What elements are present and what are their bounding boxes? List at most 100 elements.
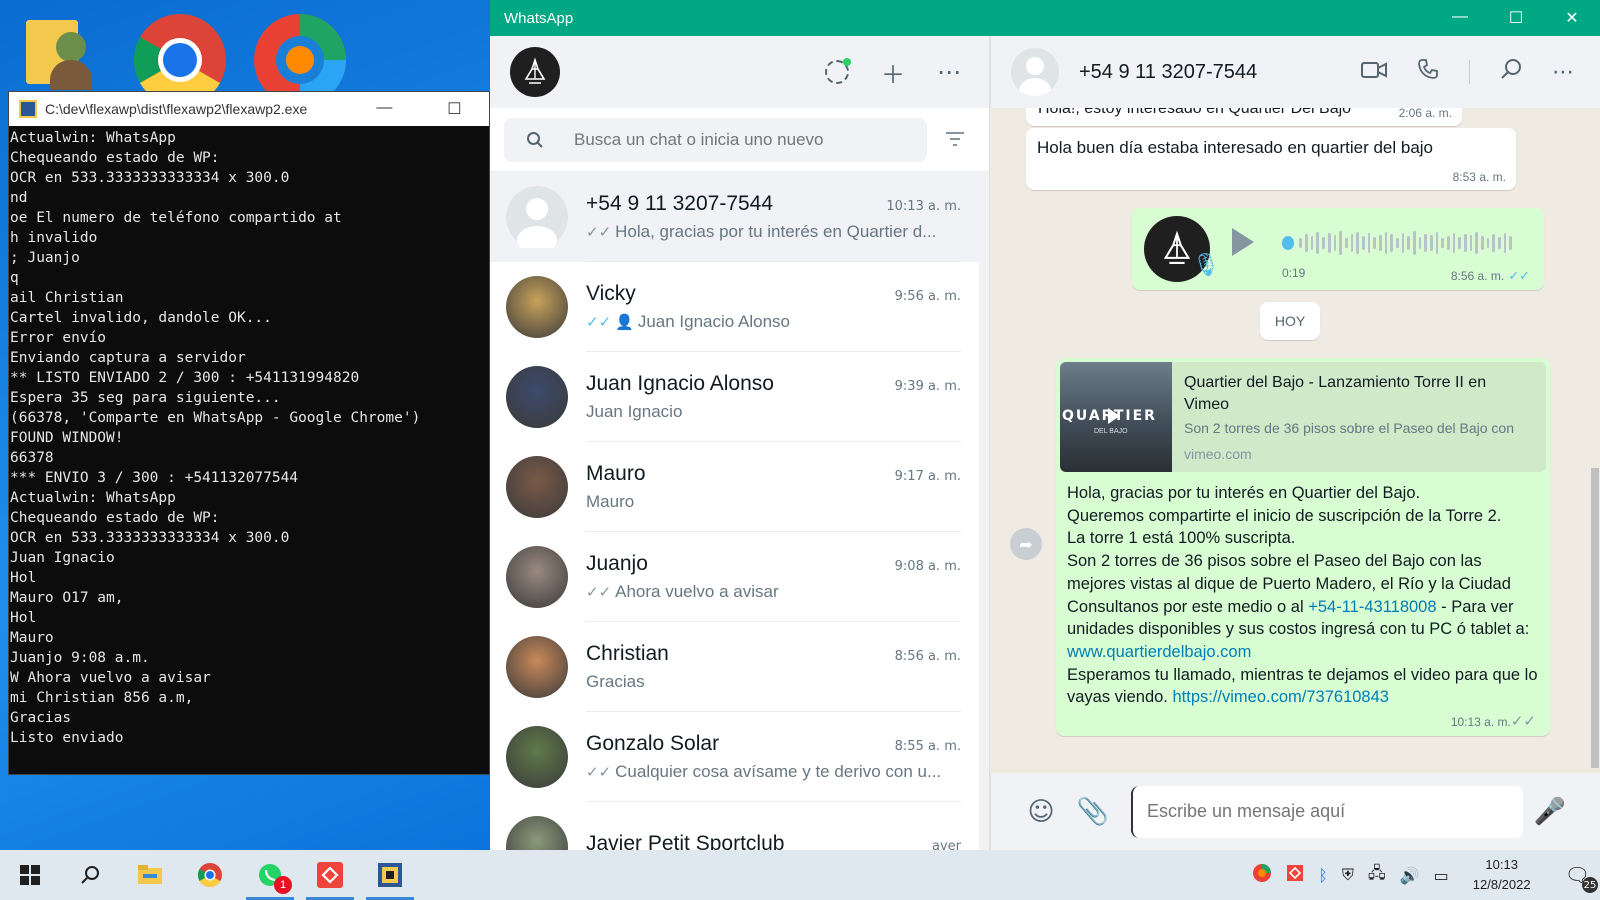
start-button[interactable] xyxy=(0,850,60,900)
chat-list-item[interactable]: Juanjo 9:08 a. m. ✓✓ Ahora vuelvo a avisar xyxy=(490,532,989,622)
voice-message-bubble[interactable]: 🎙 0:19 8:56 a. m. ✓✓ xyxy=(1132,208,1544,290)
conversation-menu-icon[interactable]: ⋯ xyxy=(1552,60,1574,85)
new-chat-icon[interactable]: ＋ xyxy=(881,55,905,90)
voice-call-icon[interactable] xyxy=(1417,58,1439,86)
mic-icon[interactable]: 🎤 xyxy=(1524,797,1576,827)
chat-time: ayer xyxy=(931,838,961,851)
message-bubble-incoming[interactable]: Hola buen día estaba interesado en quart… xyxy=(1026,128,1516,190)
link-preview-title: Quartier del Bajo - Lanzamiento Torre II… xyxy=(1184,374,1487,413)
chat-name: Mauro xyxy=(586,461,646,485)
waveform-bar xyxy=(1486,238,1490,248)
close-button[interactable]: ✕ xyxy=(1544,8,1600,28)
desktop: C:\dev\flexawp\dist\flexawp2\flexawp2.ex… xyxy=(0,0,490,850)
play-icon[interactable] xyxy=(1232,228,1254,256)
minimize-button[interactable]: — xyxy=(1432,8,1488,28)
desktop-chrome-icon[interactable] xyxy=(132,10,237,107)
chat-list-item[interactable]: Mauro 9:17 a. m. Mauro xyxy=(490,442,989,532)
phone-link[interactable]: +54-11-43118008 xyxy=(1308,598,1436,616)
contact-name[interactable]: +54 9 11 3207-7544 xyxy=(1079,61,1257,84)
chat-list-item[interactable]: Vicky 9:56 a. m. ✓✓ 👤 Juan Ignacio Alonso xyxy=(490,262,989,352)
chat-avatar[interactable] xyxy=(506,636,568,698)
clock[interactable]: 10:13 12/8/2022 xyxy=(1473,855,1531,895)
app-tray-icon[interactable] xyxy=(1252,863,1272,887)
chat-list-item[interactable]: Javier Petit Sportclub ayer xyxy=(490,802,989,850)
read-receipt-icon: ✓✓ xyxy=(1508,268,1530,283)
volume-icon[interactable]: 🔊 xyxy=(1400,866,1420,885)
battery-icon[interactable]: ▭ xyxy=(1434,866,1449,885)
waveform-bar xyxy=(1384,232,1388,254)
waveform-bar xyxy=(1361,236,1365,250)
desktop-user-folder-icon[interactable] xyxy=(18,10,123,92)
file-explorer-icon[interactable] xyxy=(120,850,180,900)
message-input-box[interactable] xyxy=(1131,785,1523,838)
video-call-icon[interactable] xyxy=(1361,60,1387,85)
link-preview[interactable]: QUARTIER DEL BAJO Quartier del Bajo - La… xyxy=(1060,362,1546,472)
message-body: Hola, gracias por tu interés en Quartier… xyxy=(1067,484,1538,707)
console-line: Juanjo 9:08 a.m. xyxy=(10,650,150,666)
chat-avatar[interactable] xyxy=(506,456,568,518)
unread-badge: 1 xyxy=(274,876,292,894)
waveform-bar xyxy=(1407,236,1410,250)
forward-icon[interactable]: ➦ xyxy=(1010,528,1042,560)
chat-preview: Juan Ignacio xyxy=(586,401,683,421)
search-input[interactable] xyxy=(574,129,894,150)
maximize-button[interactable]: ☐ xyxy=(1488,8,1544,28)
mic-badge-icon: 🎙 xyxy=(1192,252,1220,277)
network-icon[interactable]: 🖧 xyxy=(1368,862,1386,889)
python-taskbar-icon[interactable] xyxy=(360,850,420,900)
vimeo-link[interactable]: https://vimeo.com/737610843 xyxy=(1172,688,1388,706)
waveform-bar xyxy=(1452,233,1456,253)
chat-avatar[interactable] xyxy=(506,816,568,850)
message-bubble-outgoing[interactable]: QUARTIER DEL BAJO Quartier del Bajo - La… xyxy=(1056,358,1550,736)
message-input[interactable] xyxy=(1147,801,1507,822)
desktop-app-icon[interactable] xyxy=(252,10,357,106)
message-time: 2:06 a. m. xyxy=(1398,108,1452,120)
video-thumbnail[interactable]: QUARTIER DEL BAJO xyxy=(1060,362,1172,472)
console-maximize-button[interactable]: ☐ xyxy=(447,99,461,119)
chat-avatar[interactable] xyxy=(506,366,568,428)
message-bubble-partial[interactable]: Hola!, estoy interesado en Quartier Del … xyxy=(1026,108,1462,126)
waveform-bar xyxy=(1509,236,1512,250)
search-messages-icon[interactable] xyxy=(1500,58,1522,86)
notification-center-icon[interactable]: 🗨 25 xyxy=(1565,863,1598,893)
security-shield-icon[interactable]: ⛨ xyxy=(1342,865,1354,885)
whatsapp-titlebar[interactable]: WhatsApp — ☐ ✕ xyxy=(490,0,1600,36)
website-link[interactable]: www.quartierdelbajo.com xyxy=(1067,643,1251,661)
message-scrollbar[interactable] xyxy=(1590,108,1600,773)
chat-list-item[interactable]: Gonzalo Solar 8:55 a. m. ✓✓ Cualquier cosa … xyxy=(490,712,989,802)
chat-list-item[interactable]: Christian 8:56 a. m. Gracias xyxy=(490,622,989,712)
whatsapp-taskbar-icon[interactable]: 1 xyxy=(240,850,300,900)
chat-avatar[interactable] xyxy=(506,546,568,608)
console-titlebar[interactable]: C:\dev\flexawp\dist\flexawp2\flexawp2.ex… xyxy=(9,92,489,126)
system-tray: ᛒ ⛨ 🖧 🔊 ▭ 10:13 12/8/2022 🗨 25 xyxy=(1252,855,1600,895)
menu-dots-icon[interactable]: ⋯ xyxy=(937,58,961,86)
console-line: nd xyxy=(10,190,28,206)
anydesk-tray-icon[interactable] xyxy=(1286,864,1304,886)
console-minimize-button[interactable]: — xyxy=(376,99,392,119)
filter-icon[interactable] xyxy=(935,128,975,152)
chat-list-item[interactable]: +54 9 11 3207-7544 10:13 a. m. ✓✓ Hola, gra… xyxy=(490,172,989,262)
console-line: *** ENVIO 3 / 300 : +541132077544 xyxy=(10,470,299,486)
contact-avatar[interactable] xyxy=(1011,48,1059,96)
conversation-header[interactable]: +54 9 11 3207-7544 ⋯ xyxy=(990,36,1600,108)
chat-time: 8:55 a. m. xyxy=(894,738,961,754)
taskbar-search-icon[interactable] xyxy=(60,850,120,900)
attach-icon[interactable]: 📎 xyxy=(1067,797,1119,827)
chat-avatar[interactable] xyxy=(506,726,568,788)
chat-avatar[interactable] xyxy=(506,186,568,254)
profile-avatar[interactable] xyxy=(510,47,560,97)
search-box[interactable] xyxy=(504,117,927,162)
status-icon[interactable] xyxy=(825,58,851,84)
audio-waveform[interactable] xyxy=(1282,230,1512,256)
waveform-bar xyxy=(1475,232,1478,254)
chrome-taskbar-icon[interactable] xyxy=(180,850,240,900)
delivered-receipt-icon: ✓✓ xyxy=(586,223,612,241)
chat-list-item[interactable]: Juan Ignacio Alonso 9:39 a. m. Juan Ignaci… xyxy=(490,352,989,442)
emoji-icon[interactable]: ☺ xyxy=(1015,797,1067,827)
console-window[interactable]: C:\dev\flexawp\dist\flexawp2\flexawp2.ex… xyxy=(8,91,490,775)
audio-progress-handle[interactable] xyxy=(1282,236,1295,250)
chat-avatar[interactable] xyxy=(506,276,568,338)
anydesk-taskbar-icon[interactable] xyxy=(300,850,360,900)
bluetooth-icon[interactable]: ᛒ xyxy=(1318,866,1328,885)
waveform-bar xyxy=(1378,235,1382,251)
